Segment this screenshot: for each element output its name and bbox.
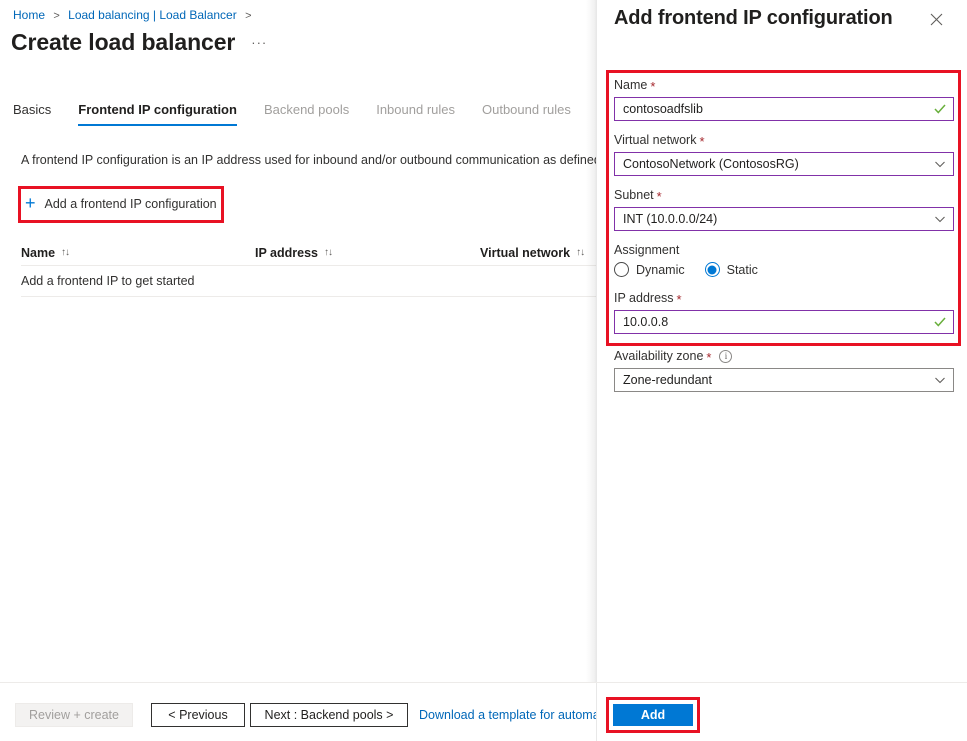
breadcrumb: Home > Load balancing | Load Balancer > [13,7,257,24]
tab-backend-pools[interactable]: Backend pools [264,101,349,126]
checkmark-icon [934,316,946,328]
next-backend-pools-button[interactable]: Next : Backend pools > [250,703,408,727]
frontend-ip-table: Name ↑↓ IP address ↑↓ Virtual network ↑↓… [21,240,596,297]
field-availability-zone-label-text: Availability zone [614,349,704,363]
breadcrumb-item-home[interactable]: Home [13,8,45,22]
table-header-row: Name ↑↓ IP address ↑↓ Virtual network ↑↓ [21,240,596,266]
availability-zone-value: Zone-redundant [623,372,712,387]
virtual-network-value: ContosoNetwork (ContososRG) [623,156,799,171]
required-asterisk: * [699,133,705,149]
info-icon[interactable]: i [719,349,733,363]
chevron-down-icon [934,158,946,170]
column-header-name-label: Name [21,245,56,260]
tab-basics[interactable]: Basics [13,101,51,126]
frontend-ip-form: Name * contosoadfslib Virtual network * [614,76,954,402]
field-virtual-network: Virtual network * ContosoNetwork (Contos… [614,131,954,176]
field-subnet-label: Subnet * [614,186,954,204]
required-asterisk: * [706,349,712,365]
field-name: Name * contosoadfslib [614,76,954,121]
radio-assignment-static-label: Static [726,262,758,277]
field-virtual-network-label-text: Virtual network [614,133,697,147]
field-name-label-text: Name [614,78,648,92]
assignment-radio-group: Dynamic Static [614,262,954,277]
column-header-virtual-network[interactable]: Virtual network ↑↓ [480,246,596,260]
name-input[interactable]: contosoadfslib [614,97,954,121]
azure-portal-create-load-balancer: Home > Load balancing | Load Balancer > … [0,0,967,741]
virtual-network-dropdown[interactable]: ContosoNetwork (ContososRG) [614,152,954,176]
sort-icon[interactable]: ↑↓ [61,247,70,258]
sort-icon[interactable]: ↑↓ [324,247,333,258]
table-row: Add a frontend IP to get started [21,266,596,297]
subnet-value: INT (10.0.0.0/24) [623,211,718,226]
wizard-footer: Review + create < Previous Next : Backen… [0,683,596,741]
add-button[interactable]: Add [613,704,693,726]
field-ip-address-label-text: IP address [614,291,674,305]
download-template-link[interactable]: Download a template for automati [419,703,596,727]
field-availability-zone-label: Availability zone * i [614,347,954,365]
checkmark-icon [934,103,946,115]
field-availability-zone: Availability zone * i Zone-redundant [614,347,954,392]
required-asterisk: * [650,78,656,94]
breadcrumb-separator: > [53,10,60,22]
tab-bar: Basics Frontend IP configuration Backend… [13,101,596,126]
field-ip-address: IP address * 10.0.0.8 [614,289,954,334]
column-header-virtual-network-label: Virtual network [480,245,571,260]
field-ip-address-label: IP address * [614,289,954,307]
ip-address-input[interactable]: 10.0.0.8 [614,310,954,334]
field-name-label: Name * [614,76,954,94]
sort-icon[interactable]: ↑↓ [576,247,585,258]
subnet-dropdown[interactable]: INT (10.0.0.0/24) [614,207,954,231]
context-pane-footer: Add [597,683,967,741]
radio-icon [614,262,629,277]
plus-icon: + [25,193,36,213]
breadcrumb-separator-2: > [245,10,252,22]
column-header-ip-address[interactable]: IP address ↑↓ [255,246,480,260]
chevron-down-icon [934,213,946,225]
field-assignment-label: Assignment [614,241,954,259]
previous-button[interactable]: < Previous [151,703,245,727]
tab-frontend-ip-configuration[interactable]: Frontend IP configuration [78,101,237,126]
field-virtual-network-label: Virtual network * [614,131,954,149]
field-subnet-label-text: Subnet [614,188,654,202]
radio-icon-selected [704,262,720,277]
main-blade: Home > Load balancing | Load Balancer > … [0,0,596,741]
field-assignment: Assignment Dynamic Static [614,241,954,277]
page-title-row: Create load balancer ··· [11,28,267,56]
chevron-down-icon [934,374,946,386]
tab-inbound-rules[interactable]: Inbound rules [376,101,455,126]
page-title: Create load balancer [11,29,236,55]
review-create-button[interactable]: Review + create [15,703,133,727]
required-asterisk: * [656,188,662,204]
ip-address-value: 10.0.0.8 [623,314,669,329]
field-subnet: Subnet * INT (10.0.0.0/24) [614,186,954,231]
radio-assignment-dynamic[interactable]: Dynamic [614,262,685,277]
name-input-value: contosoadfslib [623,101,703,116]
column-header-ip-address-label: IP address [255,245,319,260]
add-frontend-label: Add a frontend IP configuration [44,197,217,211]
context-pane-title: Add frontend IP configuration [614,7,893,29]
more-options-icon[interactable]: ··· [251,35,267,50]
tab-outbound-rules[interactable]: Outbound rules [482,101,571,126]
availability-zone-dropdown[interactable]: Zone-redundant [614,368,954,392]
add-a-frontend-ip-configuration-button[interactable]: + Add a frontend IP configuration [25,193,217,215]
context-pane: Add frontend IP configuration Name * con… [596,0,967,741]
column-header-name[interactable]: Name ↑↓ [21,246,255,260]
blade-description: A frontend IP configuration is an IP add… [21,153,596,167]
field-assignment-label-text: Assignment [614,243,680,257]
close-icon[interactable] [925,8,947,30]
breadcrumb-item-load-balancing[interactable]: Load balancing | Load Balancer [68,8,237,22]
radio-assignment-static[interactable]: Static [704,262,758,277]
required-asterisk: * [676,291,682,307]
empty-state-message: Add a frontend IP to get started [21,274,195,288]
radio-assignment-dynamic-label: Dynamic [636,262,685,277]
